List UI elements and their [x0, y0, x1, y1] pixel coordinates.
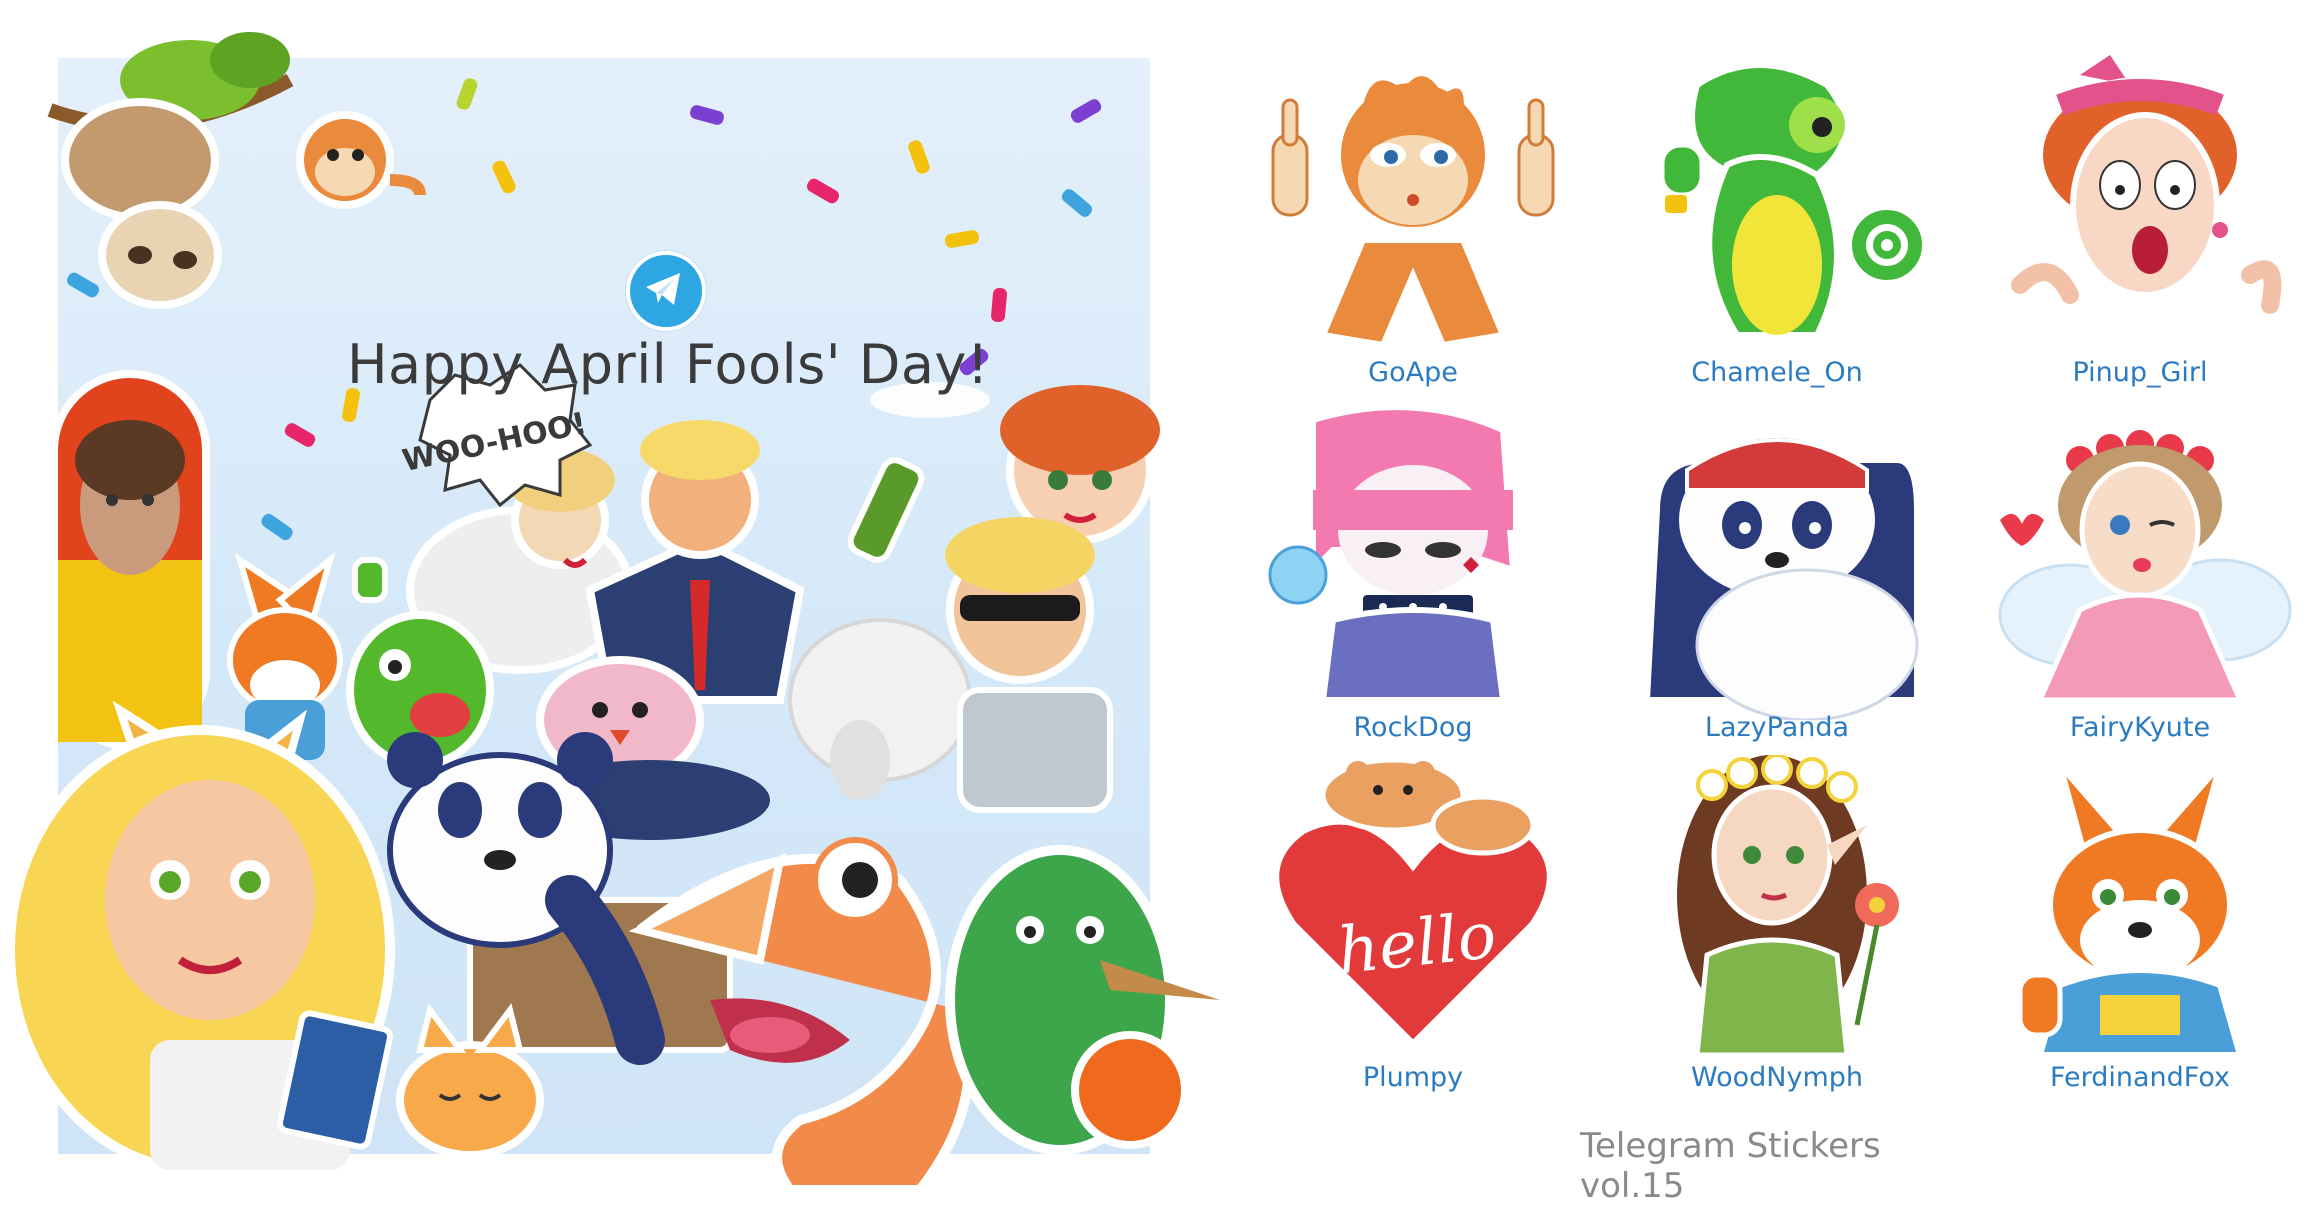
poster-artwork: WOO-HOO! Happy April Fools' Day! [5, 32, 1220, 1195]
sticker-label: Pinup_Girl [2072, 357, 2208, 388]
sticker-label: Plumpy [1362, 1062, 1464, 1093]
knight-and-horse-sticker [788, 517, 1113, 813]
sticker-label: LazyPanda [1704, 712, 1850, 743]
ferdinandfox-illustration [2017, 763, 2244, 1058]
sticker-ferdinandfox[interactable]: FerdinandFox [1980, 755, 2300, 1105]
woodnymph-illustration [1677, 755, 1899, 1058]
sticker-label: Chamele_On [1691, 357, 1863, 388]
sticker-plumpy[interactable]: hello Plumpy [1253, 755, 1573, 1105]
sticker-rockdog[interactable]: RockDog [1253, 400, 1573, 750]
poster-title: Happy April Fools' Day! [346, 333, 990, 396]
poster-illustration: WOO-HOO! [5, 32, 1220, 1195]
fairykyute-illustration [1998, 430, 2292, 703]
pinup-girl-illustration [2011, 55, 2282, 314]
sticker-label: GoApe [1368, 357, 1458, 388]
plumpy-illustration: hello [1271, 757, 1555, 1051]
green-bird-sticker [945, 845, 1220, 1155]
fox-girl-sticker [5, 700, 395, 1175]
sticker-label: FairyKyute [2069, 712, 2211, 743]
chameleon-illustration [1659, 62, 1922, 338]
telegram-logo-icon [626, 251, 706, 331]
paper-plane-icon [646, 273, 680, 305]
rockdog-illustration [1268, 404, 1517, 703]
sticker-label: RockDog [1353, 712, 1473, 743]
lazypanda-illustration [1643, 438, 1920, 720]
sloth-and-monkey-sticker [47, 32, 426, 309]
goape-illustration [1271, 76, 1555, 349]
sticker-goape[interactable]: GoApe [1253, 45, 1573, 395]
pill-man-sticker [50, 370, 210, 750]
sticker-chamele-on[interactable]: Chamele_On [1617, 45, 1937, 395]
sticker-pinup-girl[interactable]: Pinup_Girl [1980, 45, 2300, 395]
sticker-lazypanda[interactable]: LazyPanda [1617, 400, 1937, 750]
sticker-label: WoodNymph [1690, 1062, 1864, 1093]
sticker-woodnymph[interactable]: WoodNymph [1617, 755, 1937, 1105]
credit-caption: Telegram Stickers vol.15 [1580, 1126, 1881, 1206]
sticker-fairykyute[interactable]: FairyKyute [1980, 400, 2300, 750]
sticker-label: FerdinandFox [2049, 1062, 2231, 1093]
